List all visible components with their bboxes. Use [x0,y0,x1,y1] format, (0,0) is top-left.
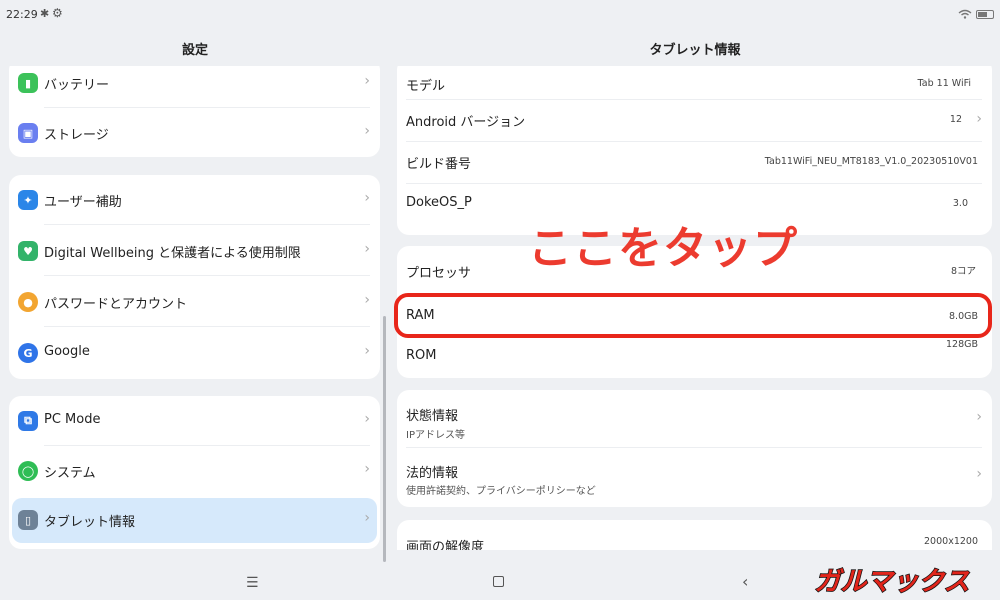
chevron-right-icon: › [364,411,370,427]
chevron-right-icon: › [364,343,370,359]
wellbeing-icon: ♥ [18,241,38,261]
system-icon: ◯ [18,461,38,481]
info-row-rom[interactable]: ROM 128GB [397,335,992,377]
settings-item-pc-mode[interactable]: ⧉ PC Mode › [9,396,380,446]
settings-list[interactable]: ▮ バッテリー › ▣ ストレージ › ✦ ユーザー補助 › ♥ Digital… [0,66,390,564]
settings-scrollbar[interactable] [383,316,386,562]
settings-item-battery[interactable]: ▮ バッテリー › [9,66,380,108]
google-icon: G [18,343,38,363]
status-bar: 22:29 ✱ ⚙ [0,0,1000,30]
chevron-right-icon: › [364,73,370,89]
chevron-right-icon: › [364,241,370,257]
tablet-info-icon: ▯ [18,510,38,530]
home-icon[interactable] [493,576,504,587]
settings-item-system[interactable]: ◯ システム › [9,446,380,496]
annotation-highlight-box [394,293,992,338]
pc-mode-icon: ⧉ [18,411,38,431]
info-group-software: モデル Tab 11 WiFi Android バージョン 12 › ビルド番号… [397,66,992,235]
info-row-build-number[interactable]: ビルド番号 Tab11WiFi_NEU_MT8183_V1.0_20230510… [397,142,992,184]
watermark-logo: ガルマックス [814,566,971,596]
battery-icon [976,10,994,19]
tablet-info-title: タブレット情報 [649,43,741,58]
account-icon: ● [18,292,38,312]
annotation-tap-here: ここをタップ [528,223,798,274]
settings-group-device: ▮ バッテリー › ▣ ストレージ › [9,66,380,157]
chevron-right-icon: › [976,409,982,425]
info-row-resolution[interactable]: 画面の解像度 2000x1200 [397,520,992,550]
info-row-legal[interactable]: 法的情報 使用許諾契約、プライバシーポリシーなど › [397,448,992,506]
info-group-status: 状態情報 IPアドレス等 › 法的情報 使用許諾契約、プライバシーポリシーなど … [397,390,992,507]
bluetooth-icon: ✱ [40,7,50,20]
back-icon[interactable]: ‹ [742,572,748,591]
settings-item-google[interactable]: G Google › [9,328,380,378]
chevron-right-icon: › [364,190,370,206]
accessibility-icon: ✦ [18,190,38,210]
chevron-right-icon: › [976,111,982,127]
battery-app-icon: ▮ [18,73,38,93]
status-time: 22:29 [6,8,38,21]
info-row-status[interactable]: 状態情報 IPアドレス等 › [397,390,992,448]
chevron-right-icon: › [364,292,370,308]
info-row-model[interactable]: モデル Tab 11 WiFi [397,66,992,100]
chevron-right-icon: › [364,123,370,139]
settings-item-accessibility[interactable]: ✦ ユーザー補助 › [9,175,380,225]
info-group-display: 画面の解像度 2000x1200 [397,520,992,550]
settings-item-storage[interactable]: ▣ ストレージ › [9,108,380,157]
info-row-android-version[interactable]: Android バージョン 12 › [397,100,992,142]
settings-item-tablet-info[interactable]: ▯ タブレット情報 › [12,498,377,543]
settings-group-system: ⧉ PC Mode › ◯ システム › ▯ タブレット情報 › [9,396,380,549]
chevron-right-icon: › [364,461,370,477]
settings-title: 設定 [181,43,208,58]
menu-icon[interactable]: ☰ [246,575,259,591]
svg-text:ガルマックス: ガルマックス [814,567,969,596]
chevron-right-icon: › [364,510,370,526]
wifi-icon [958,9,972,19]
gear-icon: ⚙ [52,6,63,20]
chevron-right-icon: › [976,466,982,482]
settings-group-personal: ✦ ユーザー補助 › ♥ Digital Wellbeing と保護者による使用… [9,175,380,379]
storage-icon: ▣ [18,123,38,143]
settings-item-accounts[interactable]: ● パスワードとアカウント › [9,277,380,327]
settings-item-wellbeing[interactable]: ♥ Digital Wellbeing と保護者による使用制限 › [9,226,380,276]
